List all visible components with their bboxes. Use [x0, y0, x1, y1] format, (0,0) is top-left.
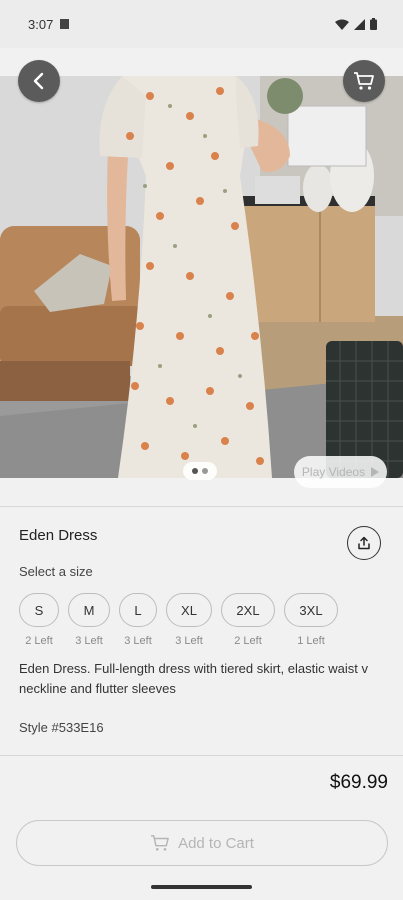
- size-chip[interactable]: XL: [166, 593, 212, 627]
- product-image[interactable]: [0, 76, 403, 478]
- size-stock: 3 Left: [124, 635, 152, 647]
- home-indicator[interactable]: [151, 885, 252, 889]
- cart-button[interactable]: [343, 60, 385, 102]
- size-stock: 1 Left: [297, 635, 325, 647]
- cart-icon: [151, 835, 169, 851]
- size-stock: 2 Left: [25, 635, 53, 647]
- product-price: $69.99: [329, 772, 388, 793]
- wifi-icon: [335, 19, 349, 30]
- size-stock: 3 Left: [175, 635, 203, 647]
- status-time: 3:07: [28, 16, 54, 32]
- share-button[interactable]: [347, 526, 381, 560]
- notification-a-icon: [60, 19, 70, 29]
- play-videos-button[interactable]: Play Videos: [294, 456, 387, 488]
- battery-icon: [370, 18, 377, 30]
- status-right: [335, 18, 377, 30]
- size-option-3xl[interactable]: 3XL 1 Left: [284, 593, 338, 647]
- product-title: Eden Dress: [19, 527, 98, 544]
- size-option-l[interactable]: L 3 Left: [119, 593, 157, 647]
- size-chip[interactable]: M: [68, 593, 110, 627]
- status-bar: 3:07: [0, 0, 403, 48]
- share-icon: [358, 536, 370, 550]
- divider: [0, 506, 403, 507]
- size-stock: 2 Left: [234, 635, 262, 647]
- size-option-xl[interactable]: XL 3 Left: [166, 593, 212, 647]
- size-selector: S 2 Left M 3 Left L 3 Left XL 3 Left 2XL…: [19, 593, 347, 647]
- chevron-left-icon: [33, 72, 44, 90]
- size-option-2xl[interactable]: 2XL 2 Left: [221, 593, 275, 647]
- play-videos-label: Play Videos: [301, 465, 366, 479]
- divider: [0, 755, 403, 756]
- image-pager[interactable]: [183, 462, 217, 480]
- play-icon: [371, 467, 380, 477]
- size-chip[interactable]: 3XL: [284, 593, 338, 627]
- status-left: 3:07: [28, 16, 70, 32]
- size-stock: 3 Left: [75, 635, 103, 647]
- product-description: Eden Dress. Full-length dress with tiere…: [19, 661, 368, 696]
- cell-signal-icon: [354, 18, 365, 30]
- size-option-s[interactable]: S 2 Left: [19, 593, 59, 647]
- back-button[interactable]: [18, 60, 60, 102]
- product-photo: [0, 76, 403, 478]
- product-style-number: Style #533E16: [19, 720, 104, 735]
- pager-dot-active[interactable]: [192, 468, 198, 474]
- pager-dot[interactable]: [202, 468, 208, 474]
- size-option-m[interactable]: M 3 Left: [68, 593, 110, 647]
- add-to-cart-button[interactable]: Add to Cart: [16, 820, 388, 866]
- size-chip[interactable]: S: [19, 593, 59, 627]
- size-chip[interactable]: 2XL: [221, 593, 275, 627]
- size-chip[interactable]: L: [119, 593, 157, 627]
- add-to-cart-label: Add to Cart: [178, 834, 254, 852]
- cart-icon: [354, 72, 374, 90]
- select-size-label: Select a size: [19, 564, 93, 579]
